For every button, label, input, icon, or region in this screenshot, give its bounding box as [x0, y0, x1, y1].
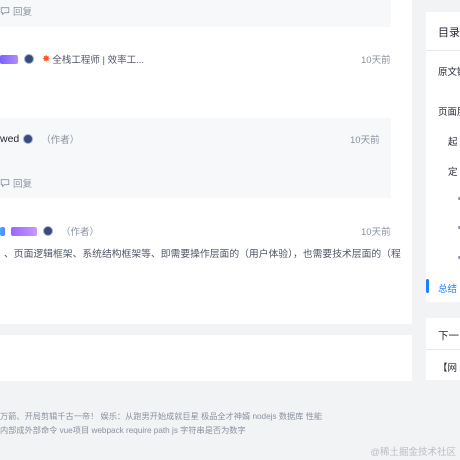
level-badge	[0, 54, 18, 64]
reply-label: 回复	[13, 7, 33, 18]
reply-button[interactable]: 回复	[0, 4, 32, 18]
verified-badge-icon	[43, 226, 53, 236]
toc-active-indicator	[426, 279, 429, 293]
comment-section: 回复 ✸ 全栈工程师 | 效率工... 10天前 wed （作者） 10天前 回…	[0, 0, 412, 324]
user-job-title[interactable]: 全栈工程师 | 效率工...	[52, 52, 144, 66]
footer-links[interactable]: 内部成外部命令 vue项目 webpack require path js 字符…	[0, 424, 246, 436]
comment-icon	[0, 179, 10, 188]
next-article-link[interactable]: 【网	[438, 360, 457, 374]
toc-title: 目录	[438, 27, 460, 39]
comment-header: wed （作者）	[0, 132, 79, 146]
next-title: 下一	[438, 330, 459, 342]
author-tag: （作者）	[41, 135, 80, 146]
sub-comment-block: 回复	[0, 0, 391, 27]
divider	[426, 50, 460, 51]
comment-input-card[interactable]	[0, 335, 412, 381]
toc-item[interactable]: 定	[448, 164, 458, 178]
toc-item-active[interactable]: 总结	[438, 281, 457, 295]
sub-comment-block: wed （作者） 10天前 回复	[0, 118, 391, 198]
jy-badge	[11, 226, 37, 236]
verified-badge-icon	[23, 134, 34, 144]
comment-content: 、页面逻辑框架、系统结构框架等、即需要操作层面的（用户体验），也需要技术层面的（…	[4, 249, 401, 260]
table-of-contents: 目录 原文链 页面层 起 定 总结	[426, 12, 460, 302]
comment-time: 10天前	[361, 55, 391, 66]
watermark: @稀土掘金技术社区	[370, 447, 456, 458]
next-article-card: 下一 【网	[426, 318, 460, 380]
verified-badge-icon	[24, 54, 34, 64]
user-name[interactable]: wed	[0, 133, 19, 145]
author-tag: （作者）	[61, 227, 100, 238]
comment-header: ✸ 全栈工程师 | 效率工...	[0, 52, 144, 66]
level-badge	[0, 226, 5, 236]
divider	[426, 349, 460, 350]
toc-item[interactable]: 起	[448, 134, 458, 148]
comment-time: 10天前	[361, 227, 391, 238]
reply-button[interactable]: 回复	[0, 176, 32, 190]
comment-time: 10天前	[350, 135, 380, 146]
reply-label: 回复	[13, 179, 33, 190]
toc-item[interactable]: 原文链	[438, 64, 460, 78]
toc-item[interactable]: 页面层	[438, 104, 460, 118]
flame-icon: ✸	[42, 53, 51, 65]
comment-header: （作者）	[0, 224, 99, 238]
comment-icon	[0, 7, 10, 16]
footer-links[interactable]: 万箭、开局剪辑千古一帝！ 娱乐：从跑男开始成就巨星 极品全才神婿 nodejs …	[0, 410, 322, 422]
